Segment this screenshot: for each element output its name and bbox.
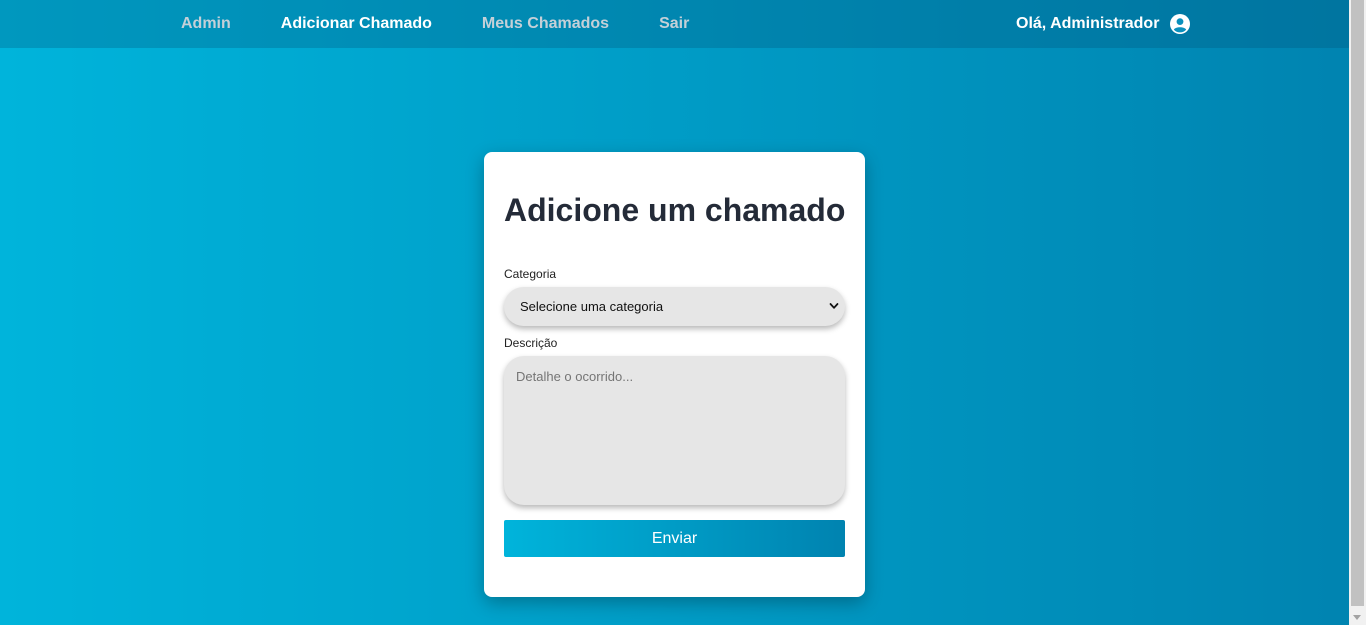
add-ticket-card: Adicione um chamado Categoria Selecione … bbox=[484, 152, 865, 597]
nav-link-adicionar-chamado[interactable]: Adicionar Chamado bbox=[281, 15, 432, 33]
nav-link-sair[interactable]: Sair bbox=[659, 15, 689, 33]
nav-link-meus-chamados[interactable]: Meus Chamados bbox=[482, 15, 609, 33]
nav-link-admin[interactable]: Admin bbox=[181, 15, 231, 33]
category-selected-value: Selecione uma categoria bbox=[520, 299, 664, 314]
scroll-down-arrow-icon[interactable] bbox=[1353, 615, 1361, 620]
description-placeholder: Detalhe o ocorrido... bbox=[516, 369, 634, 384]
scrollbar-thumb[interactable] bbox=[1351, 0, 1364, 606]
top-navbar: Admin Adicionar Chamado Meus Chamados Sa… bbox=[0, 0, 1349, 48]
nav-links: Admin Adicionar Chamado Meus Chamados Sa… bbox=[181, 15, 739, 33]
form-title: Adicione um chamado bbox=[504, 192, 846, 228]
submit-button[interactable]: Enviar bbox=[504, 520, 845, 557]
category-label: Categoria bbox=[504, 267, 557, 281]
description-textarea[interactable]: Detalhe o ocorrido... bbox=[504, 356, 845, 505]
user-circle-icon[interactable] bbox=[1170, 14, 1191, 34]
vertical-scrollbar[interactable] bbox=[1349, 0, 1366, 625]
chevron-down-icon bbox=[829, 303, 839, 309]
category-select[interactable]: Selecione uma categoria bbox=[504, 287, 845, 326]
user-menu[interactable]: Olá, Administrador bbox=[1016, 0, 1191, 48]
user-greeting: Olá, Administrador bbox=[1016, 15, 1160, 32]
description-label: Descrição bbox=[504, 336, 558, 350]
